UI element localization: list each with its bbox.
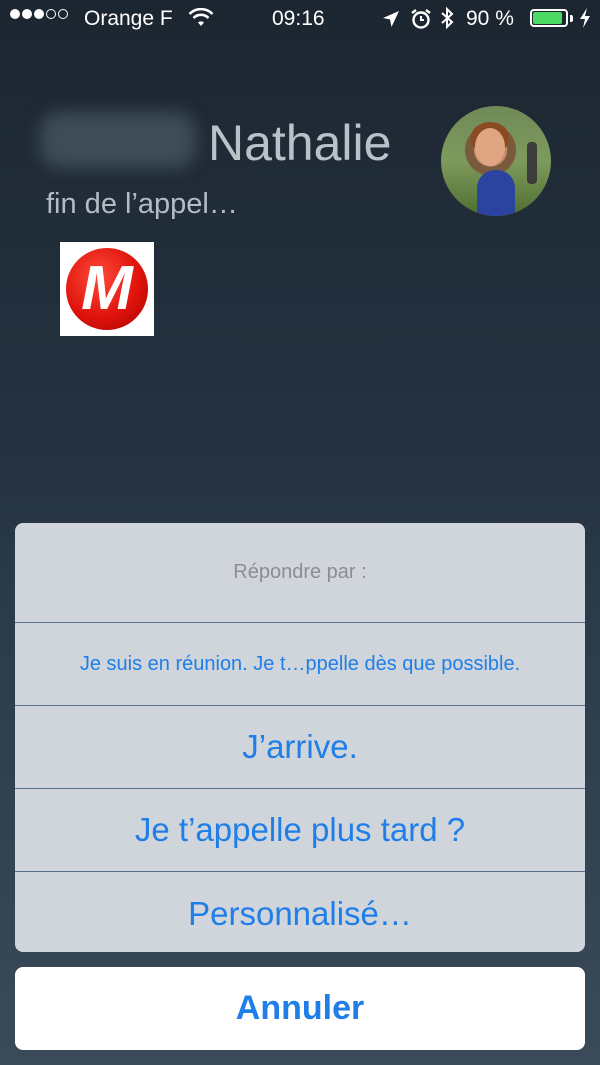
action-sheet-title: Répondre par :: [15, 523, 585, 623]
caller-avatar: [441, 106, 551, 216]
app-logo-letter: M: [81, 254, 133, 323]
alarm-icon: [410, 8, 432, 36]
call-status: fin de l’appel…: [46, 188, 238, 220]
caller-name: Nathalie: [208, 115, 392, 171]
battery-icon: [530, 9, 568, 27]
charging-bolt-icon: [578, 7, 592, 35]
status-bar: Orange F 09:16 90 %: [0, 0, 600, 40]
wifi-icon: [188, 7, 214, 34]
signal-strength-icon: [10, 9, 68, 19]
cancel-button[interactable]: Annuler: [15, 967, 585, 1050]
location-arrow-icon: [382, 10, 400, 34]
blurred-contact-first-name: [40, 112, 196, 168]
reply-option-meeting[interactable]: Je suis en réunion. Je t…ppelle dès que …: [15, 623, 585, 706]
reply-option-call-later[interactable]: Je t’appelle plus tard ?: [15, 789, 585, 872]
bluetooth-icon: [440, 6, 454, 36]
reply-action-sheet: Répondre par : Je suis en réunion. Je t……: [15, 523, 585, 952]
reply-option-custom[interactable]: Personnalisé…: [15, 872, 585, 952]
status-time: 09:16: [272, 7, 325, 30]
carrier-name: Orange F: [84, 7, 173, 30]
battery-percent: 90 %: [466, 7, 514, 30]
app-logo-icon: M: [60, 242, 154, 336]
reply-option-coming[interactable]: J’arrive.: [15, 706, 585, 789]
